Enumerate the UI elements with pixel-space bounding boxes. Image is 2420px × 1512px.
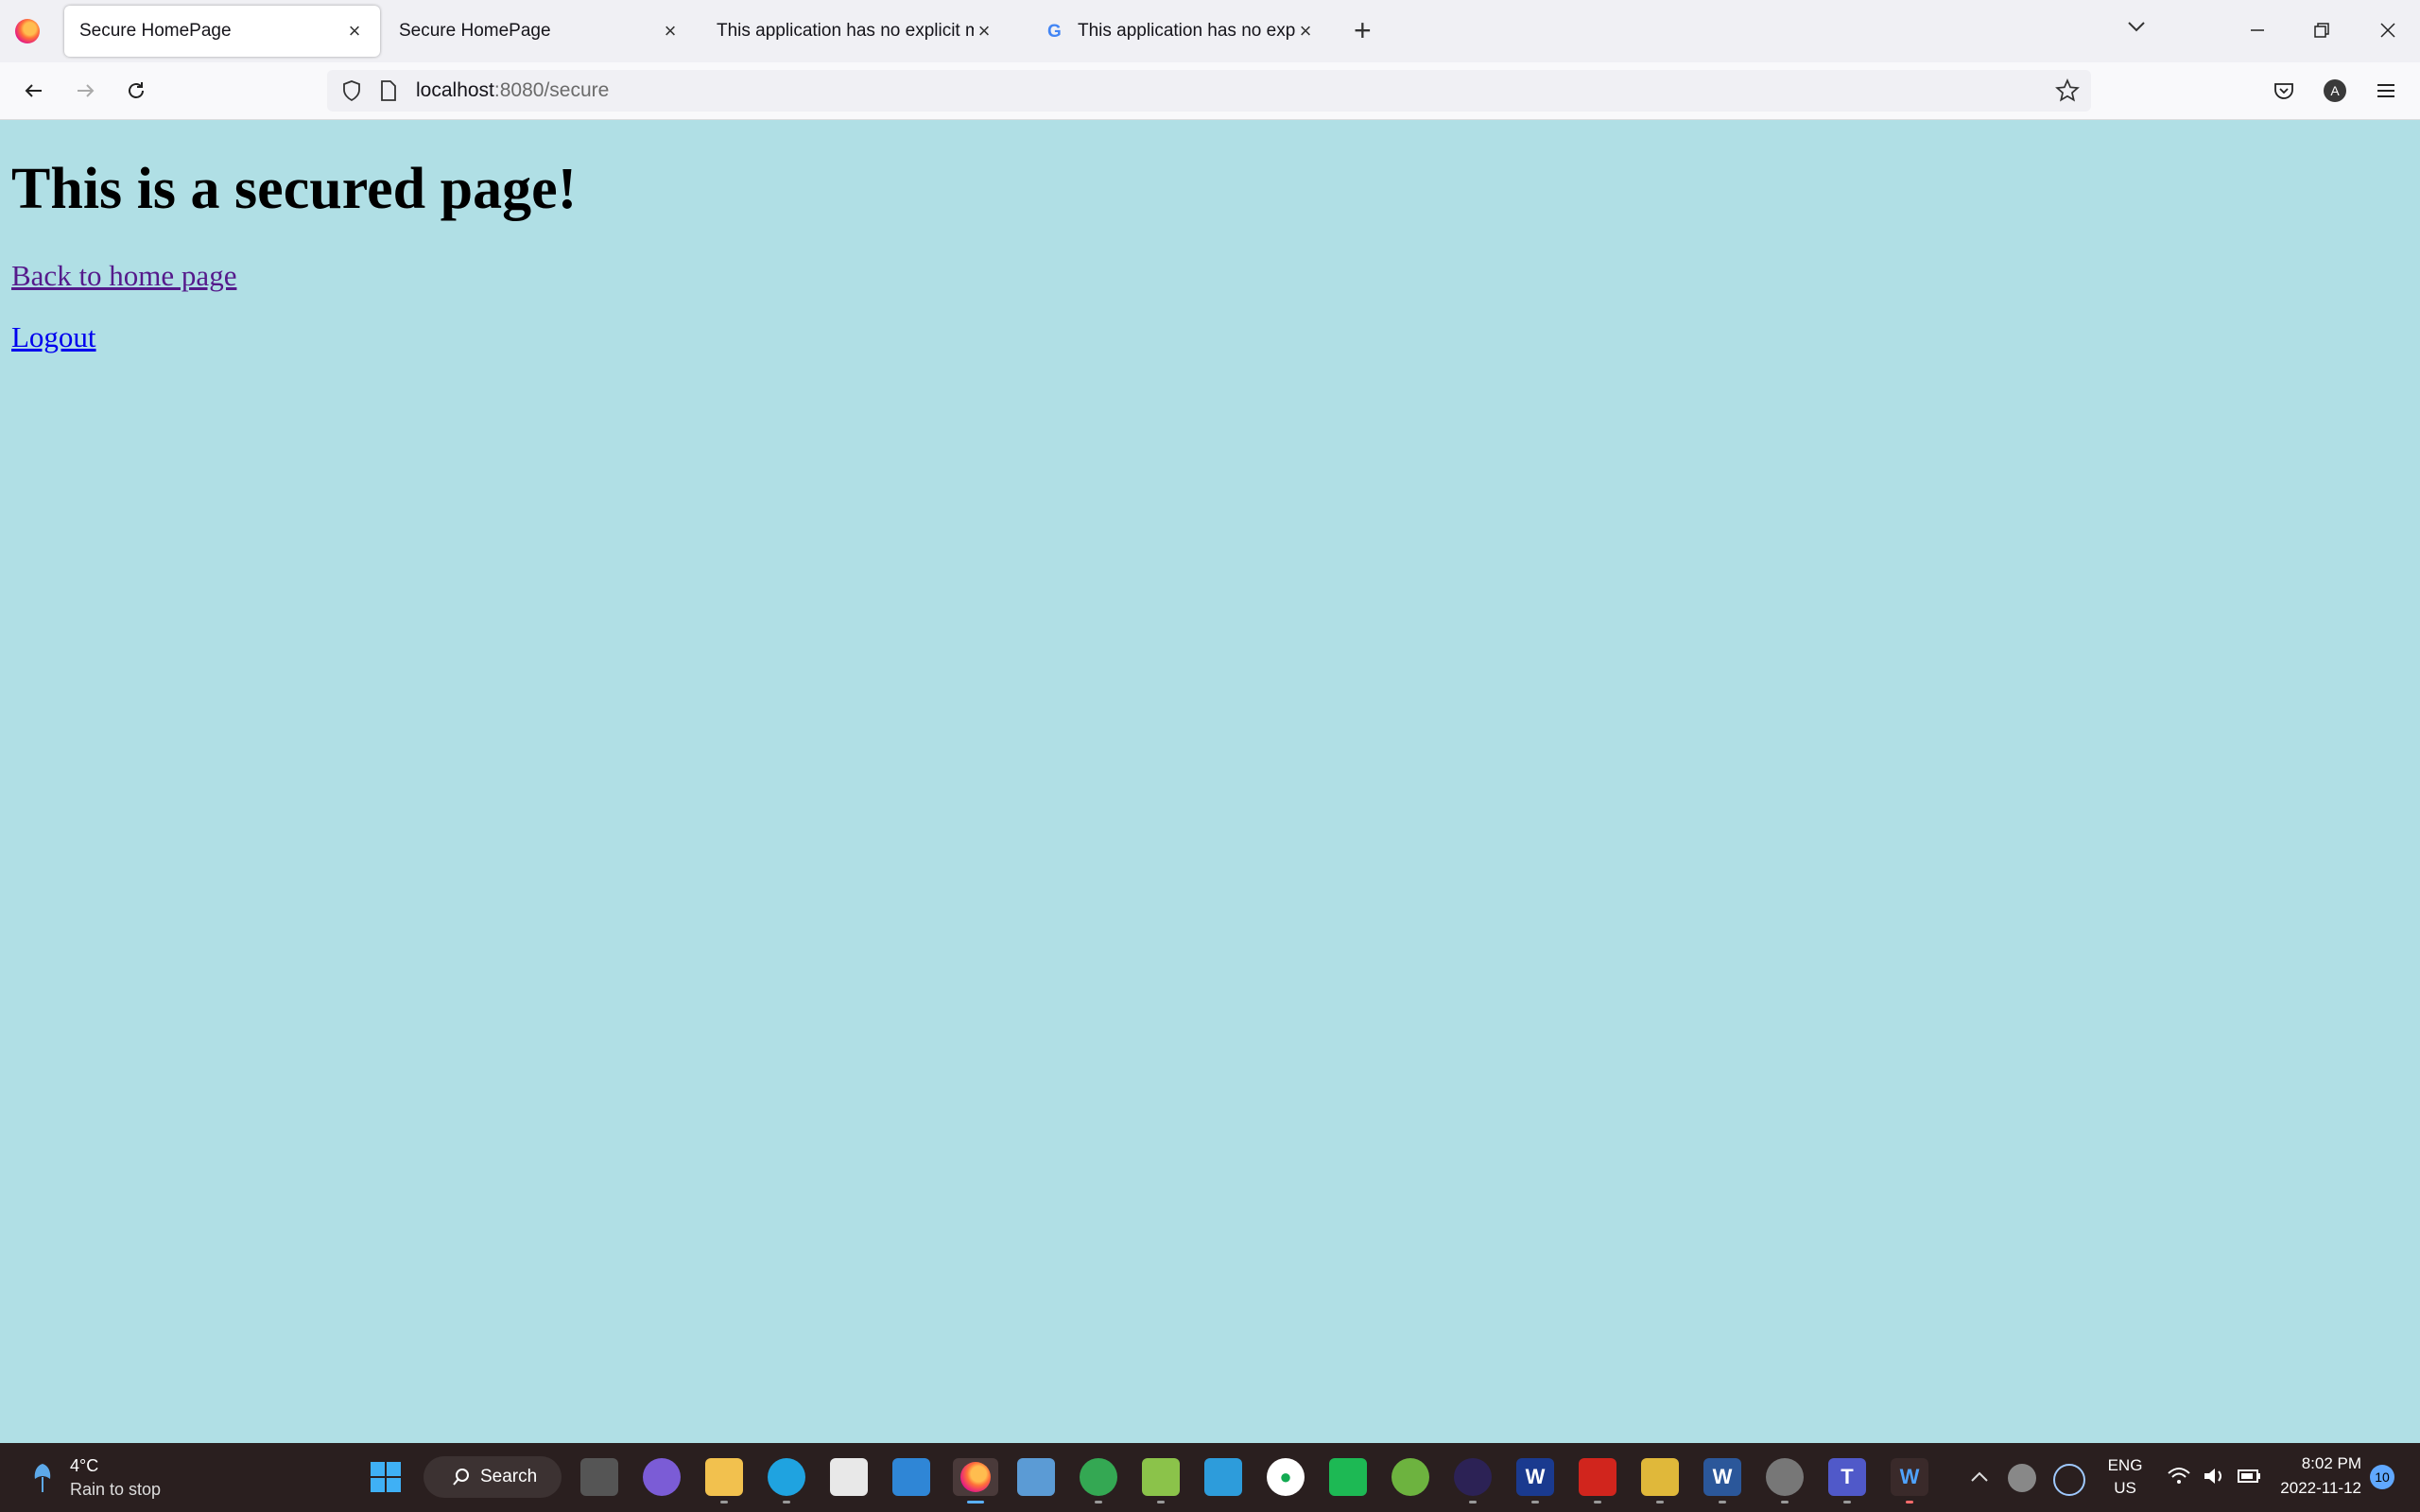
search-label: Search [480, 1467, 538, 1486]
task-view-icon[interactable] [580, 1458, 618, 1496]
taskbar-search[interactable]: Search [424, 1456, 562, 1498]
chrome-icon[interactable] [1080, 1458, 1117, 1503]
tab-no-explicit-mapping-2[interactable]: G This application has no explicit × [1032, 6, 1331, 57]
logout-link[interactable]: Logout [11, 320, 96, 354]
pocket-icon[interactable] [2263, 70, 2305, 112]
restore-icon[interactable] [2303, 11, 2341, 49]
acrobat-icon[interactable] [1579, 1458, 1616, 1503]
tab-label: Secure HomePage [399, 21, 551, 41]
weather-app-icon[interactable] [1017, 1458, 1055, 1496]
webex-icon[interactable]: W [1516, 1458, 1554, 1503]
url-host: localhost [416, 79, 494, 101]
sync-icon[interactable] [2053, 1464, 2085, 1496]
close-icon[interactable]: × [344, 19, 365, 43]
forward-icon[interactable] [64, 70, 106, 112]
wifi-icon[interactable] [2167, 1466, 2191, 1486]
weather-umbrella-icon[interactable] [32, 1460, 53, 1496]
close-icon[interactable]: × [1295, 19, 1316, 43]
weather-description[interactable]: Rain to stop [70, 1480, 161, 1500]
firefox-icon[interactable] [15, 19, 40, 43]
tab-strip: Secure HomePage × Secure HomePage × This… [0, 0, 2420, 62]
address-bar[interactable]: localhost:8080/secure [327, 70, 2091, 112]
google-icon: G [1047, 22, 1062, 42]
language-us[interactable]: US [2106, 1479, 2144, 1498]
edge-icon[interactable] [768, 1458, 805, 1503]
url-path: :8080/secure [493, 79, 610, 101]
mongodb-icon[interactable]: ● [1267, 1458, 1305, 1496]
shield-icon[interactable] [340, 79, 363, 102]
reload-icon[interactable] [115, 70, 157, 112]
new-tab-icon[interactable]: + [1354, 13, 1372, 48]
weather-temperature[interactable]: 4°C [70, 1456, 98, 1476]
waveform-app-icon[interactable]: W [1891, 1458, 1928, 1503]
volume-icon[interactable] [2203, 1466, 2227, 1486]
hamburger-menu-icon[interactable] [2365, 70, 2407, 112]
battery-icon[interactable] [2237, 1466, 2263, 1486]
teams-icon[interactable]: T [1828, 1458, 1866, 1503]
chevron-up-icon[interactable] [1970, 1469, 1989, 1483]
tab-label: This application has no explicit map [717, 21, 974, 41]
notepad-icon[interactable] [1641, 1458, 1679, 1503]
account-avatar-icon[interactable]: A [2314, 70, 2356, 112]
snip-tool-icon[interactable] [1142, 1458, 1180, 1503]
back-to-home-link[interactable]: Back to home page [11, 259, 236, 293]
back-icon[interactable] [13, 70, 55, 112]
close-window-icon[interactable] [2369, 11, 2407, 49]
mail-icon[interactable] [892, 1458, 930, 1496]
windows-start-icon[interactable] [367, 1458, 405, 1496]
chevron-down-icon[interactable] [2125, 15, 2148, 38]
navigation-bar: localhost:8080/secure A [0, 62, 2420, 120]
firefox-taskbar-icon[interactable] [953, 1458, 998, 1503]
close-icon[interactable]: × [660, 19, 681, 43]
page-icon[interactable] [378, 79, 399, 102]
close-icon[interactable]: × [974, 19, 994, 43]
language-eng[interactable]: ENG [2106, 1456, 2144, 1475]
notification-badge[interactable]: 10 [2370, 1465, 2394, 1489]
taskbar: 4°C Rain to stop Search ● W W T W ENG US [0, 1443, 2420, 1512]
tab-label: Secure HomePage [79, 21, 232, 41]
page-heading: This is a secured page! [11, 157, 578, 221]
tab-secure-homepage-1[interactable]: Secure HomePage × [64, 6, 380, 57]
tab-secure-homepage-2[interactable]: Secure HomePage × [384, 6, 696, 57]
page-content: This is a secured page! Back to home pag… [0, 120, 2420, 1443]
minimize-icon[interactable] [2238, 11, 2276, 49]
eclipse-icon[interactable] [1454, 1458, 1492, 1503]
bookmark-star-icon[interactable] [2055, 78, 2080, 103]
tab-label: This application has no explicit [1078, 21, 1295, 41]
tab-no-explicit-mapping-1[interactable]: This application has no explicit map × [701, 6, 1010, 57]
clock-date[interactable]: 2022-11-12 [2273, 1479, 2361, 1498]
file-explorer-icon[interactable] [705, 1458, 743, 1503]
clock-time[interactable]: 8:02 PM [2273, 1454, 2361, 1473]
word-icon[interactable]: W [1703, 1458, 1741, 1503]
onedrive-error-icon[interactable] [2008, 1464, 2036, 1492]
green-app-icon[interactable] [1329, 1458, 1367, 1496]
spring-tools-icon[interactable] [1392, 1458, 1429, 1496]
microsoft-store-icon[interactable] [830, 1458, 868, 1496]
buildings-app-icon[interactable] [1204, 1458, 1242, 1496]
chat-icon[interactable] [643, 1458, 681, 1496]
search-icon [453, 1469, 469, 1486]
settings-gear-icon[interactable] [1766, 1458, 1804, 1503]
